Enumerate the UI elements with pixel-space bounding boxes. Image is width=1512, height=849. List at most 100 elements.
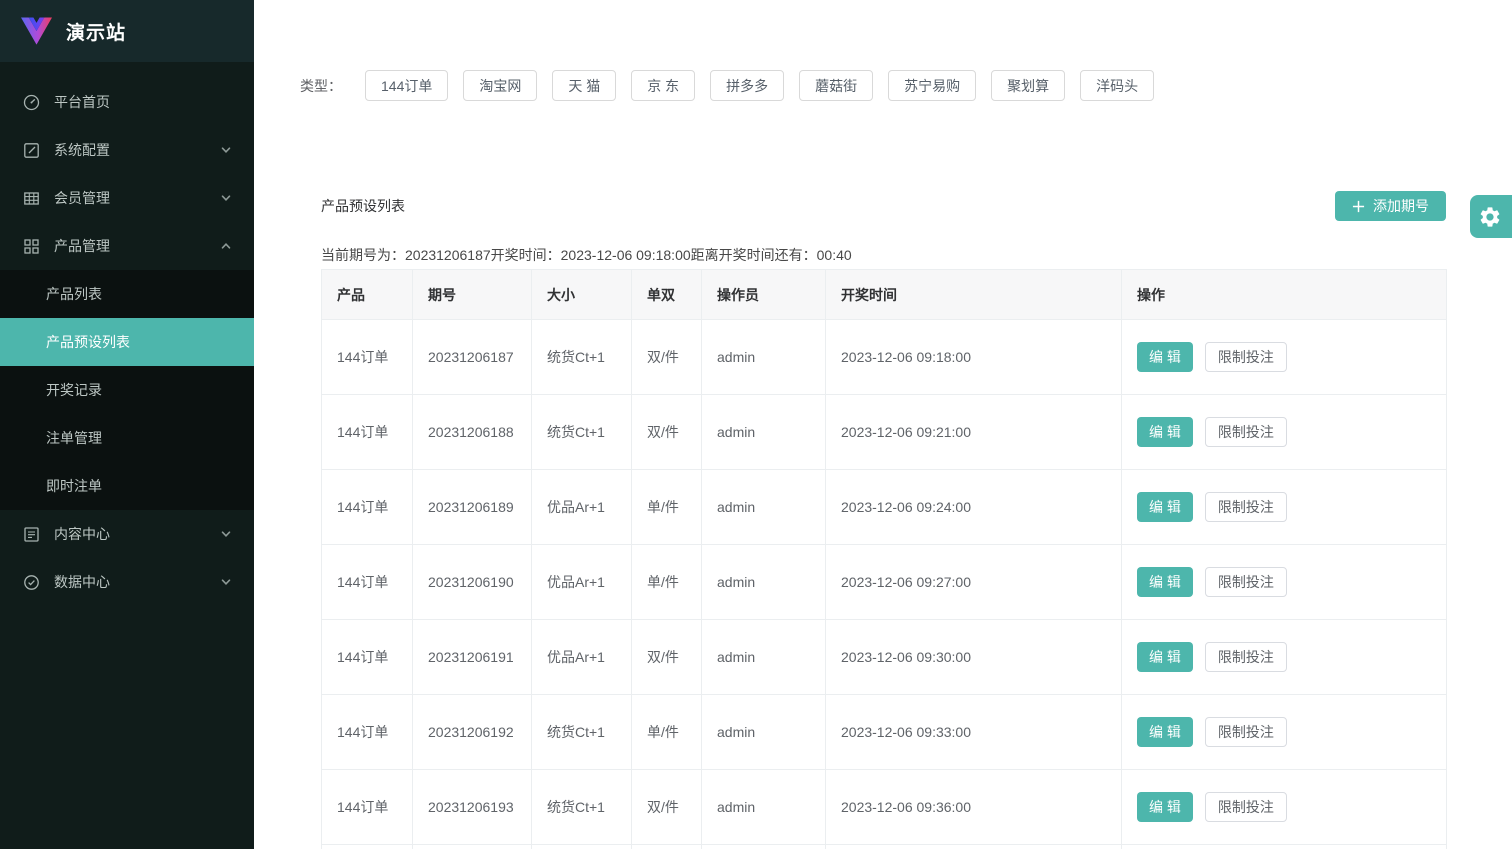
cell-product: 144订单 <box>321 544 413 620</box>
settings-gear-button[interactable] <box>1470 195 1512 238</box>
filter-button-1[interactable]: 淘宝网 <box>463 70 538 101</box>
sidebar-item-3[interactable]: 产品管理 <box>0 222 254 270</box>
filter-button-2[interactable]: 天 猫 <box>552 70 617 101</box>
cell-size: 统货Ct+1 <box>531 769 632 845</box>
cell-parity: 单/件 <box>631 544 702 620</box>
chevron-down-icon <box>220 528 232 540</box>
table-row-partial <box>321 844 1447 849</box>
sidebar-item-2[interactable]: 会员管理 <box>0 174 254 222</box>
cell-size: 优品Ar+1 <box>531 619 632 695</box>
column-header-6: 操作 <box>1121 269 1447 320</box>
cell-issue: 20231206192 <box>412 694 532 770</box>
type-filter-buttons: 144订单 淘宝网天 猫京 东拼多多 蘑菇街 苏宁易购 聚划算 洋码头 <box>365 70 1155 101</box>
cell-parity: 单/件 <box>631 694 702 770</box>
cell-operator: admin <box>701 319 826 395</box>
sidebar-item-1[interactable]: 系统配置 <box>0 126 254 174</box>
app-root: 演示站 平台首页 系统配置 会员管理 产品管理 产品列表 产品预设列表 开奖记录 注单管理 即时… <box>0 0 1512 849</box>
filter-button-4[interactable]: 拼多多 <box>710 70 785 101</box>
cell-actions: 编 辑限制投注 <box>1121 694 1447 770</box>
sidebar-item-5[interactable]: 数据中心 <box>0 558 254 606</box>
table-row: 144订单 20231206192 统货Ct+1 单/件 admin 2023-12-06… <box>321 694 1447 770</box>
submenu-item-3[interactable]: 注单管理 <box>0 414 254 462</box>
limit-bet-button[interactable]: 限制投注 <box>1204 492 1287 522</box>
panel-header: 产品预设列表 添加期号 <box>321 191 1446 221</box>
sidebar-item-4[interactable]: 内容中心 <box>0 510 254 558</box>
edit-button[interactable]: 编 辑 <box>1137 792 1193 822</box>
cell-operator: admin <box>701 619 826 695</box>
column-header-5: 开奖时间 <box>825 269 1122 320</box>
cell-size: 统货Ct+1 <box>531 319 632 395</box>
filter-button-3[interactable]: 京 东 <box>631 70 696 101</box>
column-header-3: 单双 <box>631 269 702 320</box>
chevron-up-icon <box>220 240 232 252</box>
cell-actions: 编 辑限制投注 <box>1121 319 1447 395</box>
cell-issue: 20231206191 <box>412 619 532 695</box>
cell-product: 144订单 <box>321 694 413 770</box>
cell-product: 144订单 <box>321 769 413 845</box>
submenu-item-1[interactable]: 产品预设列表 <box>0 318 254 366</box>
limit-bet-button[interactable]: 限制投注 <box>1204 792 1287 822</box>
cell-parity: 双/件 <box>631 319 702 395</box>
cell-draw-time: 2023-12-06 09:21:00 <box>825 394 1122 470</box>
edit-button[interactable]: 编 辑 <box>1137 642 1193 672</box>
edit-button[interactable]: 编 辑 <box>1137 567 1193 597</box>
cell-issue: 20231206189 <box>412 469 532 545</box>
cell-operator: admin <box>701 394 826 470</box>
app-title: 演示站 <box>66 22 127 44</box>
panel-title: 产品预设列表 <box>321 198 405 214</box>
cell-parity: 双/件 <box>631 769 702 845</box>
preset-list-panel: 产品预设列表 添加期号 当前期号为：20231206187开奖时间：2023-1… <box>321 191 1447 849</box>
config-icon <box>23 142 40 159</box>
submenu-item-4[interactable]: 即时注单 <box>0 462 254 510</box>
cell-draw-time: 2023-12-06 09:36:00 <box>825 769 1122 845</box>
cell-operator: admin <box>701 544 826 620</box>
edit-button[interactable]: 编 辑 <box>1137 492 1193 522</box>
cell-actions: 编 辑限制投注 <box>1121 394 1447 470</box>
cell-actions: 编 辑限制投注 <box>1121 544 1447 620</box>
cell-operator: admin <box>701 694 826 770</box>
type-filter-label: 类型： <box>300 77 342 94</box>
chevron-down-icon <box>220 144 232 156</box>
cell-size: 统货Ct+1 <box>531 394 632 470</box>
edit-button[interactable]: 编 辑 <box>1137 417 1193 447</box>
filter-button-8[interactable]: 洋码头 <box>1080 70 1155 101</box>
filter-button-7[interactable]: 聚划算 <box>991 70 1066 101</box>
filter-button-6[interactable]: 苏宁易购 <box>888 70 977 101</box>
limit-bet-button[interactable]: 限制投注 <box>1204 417 1287 447</box>
cell-actions: 编 辑限制投注 <box>1121 619 1447 695</box>
limit-bet-button[interactable]: 限制投注 <box>1204 717 1287 747</box>
cell-actions: 编 辑限制投注 <box>1121 769 1447 845</box>
cell-issue: 20231206187 <box>412 319 532 395</box>
limit-bet-button[interactable]: 限制投注 <box>1204 567 1287 597</box>
filter-button-5[interactable]: 蘑菇街 <box>799 70 874 101</box>
cell-issue: 20231206188 <box>412 394 532 470</box>
limit-bet-button[interactable]: 限制投注 <box>1204 642 1287 672</box>
cell-product: 144订单 <box>321 619 413 695</box>
cell-size: 优品Ar+1 <box>531 544 632 620</box>
table-row: 144订单 20231206191 优品Ar+1 双/件 admin 2023-12-06… <box>321 619 1447 695</box>
cell-draw-time: 2023-12-06 09:30:00 <box>825 619 1122 695</box>
add-issue-button-label: 添加期号 <box>1373 198 1429 214</box>
table-row: 144订单 20231206189 优品Ar+1 单/件 admin 2023-12-06… <box>321 469 1447 545</box>
current-issue-status: 当前期号为：20231206187开奖时间：2023-12-06 09:18:0… <box>321 247 852 263</box>
column-header-1: 期号 <box>412 269 532 320</box>
submenu-item-2[interactable]: 开奖记录 <box>0 366 254 414</box>
edit-button[interactable]: 编 辑 <box>1137 342 1193 372</box>
submenu: 产品列表 产品预设列表 开奖记录 注单管理 即时注单 <box>0 270 254 510</box>
sidebar: 演示站 平台首页 系统配置 会员管理 产品管理 产品列表 产品预设列表 开奖记录 注单管理 即时… <box>0 0 254 849</box>
filter-button-0[interactable]: 144订单 <box>365 70 449 101</box>
cell-operator: admin <box>701 469 826 545</box>
main-content: 类型： 144订单 淘宝网天 猫京 东拼多多 蘑菇街 苏宁易购 聚划算 洋码头 产品预设列… <box>254 0 1512 849</box>
edit-button[interactable]: 编 辑 <box>1137 717 1193 747</box>
cell-product: 144订单 <box>321 469 413 545</box>
submenu-item-0[interactable]: 产品列表 <box>0 270 254 318</box>
add-issue-button[interactable]: 添加期号 <box>1335 191 1446 221</box>
cell-operator: admin <box>701 769 826 845</box>
preset-table: 产品 期号 大小 单双 操作员 开奖时间 操作 144订单 20231206187 统货Ct+1… <box>321 269 1447 849</box>
cell-draw-time: 2023-12-06 09:24:00 <box>825 469 1122 545</box>
cell-draw-time: 2023-12-06 09:18:00 <box>825 319 1122 395</box>
limit-bet-button[interactable]: 限制投注 <box>1204 342 1287 372</box>
products-icon <box>23 238 40 255</box>
sidebar-item-0[interactable]: 平台首页 <box>0 78 254 126</box>
logo-bar[interactable]: 演示站 <box>0 0 254 62</box>
